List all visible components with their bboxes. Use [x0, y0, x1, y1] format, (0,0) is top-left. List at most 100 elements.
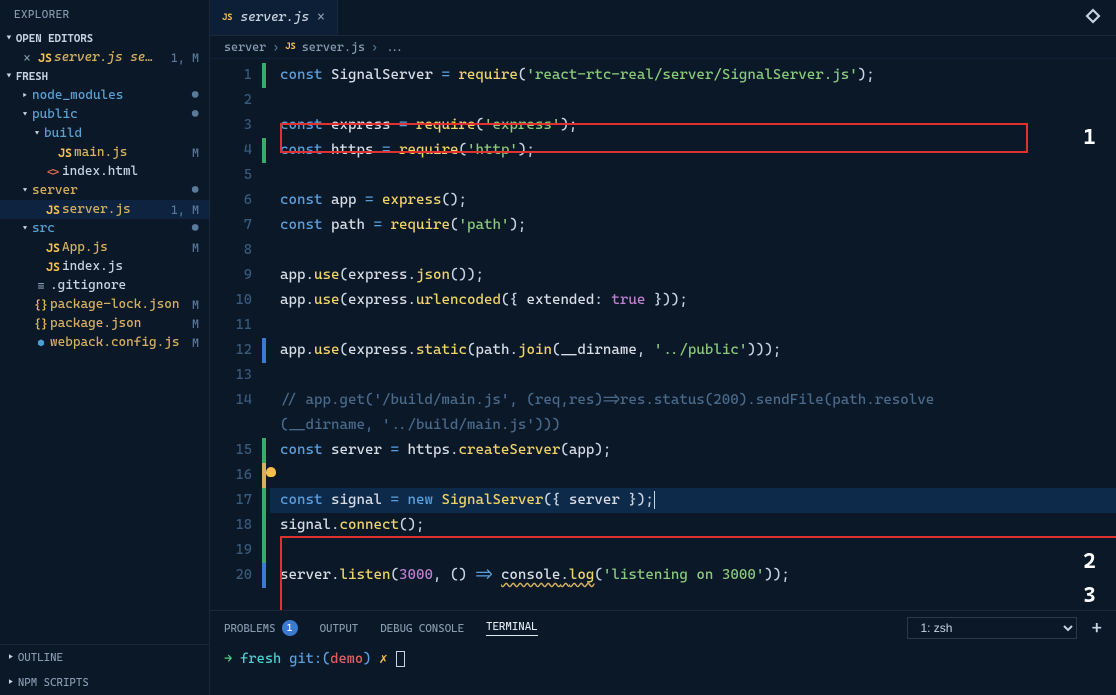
editor-actions[interactable] [1084, 7, 1116, 29]
chevron-right-icon: › [371, 40, 378, 54]
tab-terminal[interactable]: TERMINAL [486, 620, 538, 636]
close-icon[interactable]: × [317, 10, 325, 25]
code-line[interactable]: const path = require('path'); [270, 213, 1116, 238]
bottom-panel: PROBLEMS 1 OUTPUT DEBUG CONSOLE TERMINAL… [210, 610, 1116, 695]
breadcrumb-file[interactable]: server.js [302, 40, 365, 54]
code-content[interactable]: const SignalServer = require('react-rtc-… [270, 59, 1116, 610]
terminal-cursor [396, 651, 405, 667]
tab-output[interactable]: OUTPUT [320, 622, 359, 635]
chevron-down-icon: ▾ [18, 110, 32, 120]
code-line[interactable]: const app = express(); [270, 188, 1116, 213]
tab-filename: server.js [241, 10, 310, 25]
tab-problems[interactable]: PROBLEMS 1 [224, 620, 298, 636]
file-item[interactable]: JSindex.js [0, 257, 209, 276]
new-terminal-button[interactable]: + [1091, 618, 1102, 639]
code-line[interactable]: // app.get('/build/main.js', (req,res)=>… [270, 388, 1116, 413]
editor-area: JS server.js × server › JS server.js › .… [210, 0, 1116, 695]
git-status: M [192, 336, 209, 350]
tree-item-label: index.html [62, 164, 209, 179]
tree-item-label: main.js [74, 145, 192, 160]
outline-label: OUTLINE [18, 651, 63, 664]
code-line[interactable]: signal.connect(); [270, 513, 1116, 538]
folder-item[interactable]: ▾server● [0, 181, 209, 200]
code-line[interactable] [270, 238, 1116, 263]
prompt-git-close: ) [363, 651, 371, 667]
js-icon: JS [36, 51, 54, 65]
code-editor[interactable]: 1234567891011121314151617181920 const Si… [210, 59, 1116, 610]
breadcrumb-more[interactable]: ... [384, 40, 405, 54]
folder-item[interactable]: ▾public● [0, 105, 209, 124]
code-line[interactable]: const express = require('express'); [270, 113, 1116, 138]
chevron-right-icon: › [272, 40, 279, 54]
tab-bar: JS server.js × [210, 0, 1116, 36]
prompt-dirty-icon: ✗ [379, 651, 387, 667]
panel-tabs: PROBLEMS 1 OUTPUT DEBUG CONSOLE TERMINAL… [210, 611, 1116, 645]
folder-item[interactable]: ▾src● [0, 219, 209, 238]
prompt-arrow-icon: → [224, 651, 232, 667]
code-line[interactable]: const https = require('http'); [270, 138, 1116, 163]
file-item[interactable]: ≡.gitignore [0, 276, 209, 295]
git-status: M [192, 298, 209, 312]
tree-item-label: build [44, 126, 209, 141]
code-line[interactable]: server.listen(3000, () => console.log('l… [270, 563, 1116, 588]
tab-debug-console[interactable]: DEBUG CONSOLE [380, 622, 464, 635]
tab-server-js[interactable]: JS server.js × [210, 0, 338, 35]
chevron-right-icon: ▸ [18, 91, 32, 101]
file-item[interactable]: JSApp.jsM [0, 238, 209, 257]
modified-dot-icon: ● [191, 88, 209, 103]
npm-scripts-section[interactable]: ▸ NPM SCRIPTS [0, 670, 209, 695]
code-line[interactable]: app.use(express.static(path.join(__dirna… [270, 338, 1116, 363]
project-name: FRESH [16, 70, 48, 83]
code-line[interactable] [270, 538, 1116, 563]
explorer-sidebar: EXPLORER ▾ OPEN EDITORS × JS server.js s… [0, 0, 210, 695]
code-line[interactable] [270, 363, 1116, 388]
open-editors-section[interactable]: ▾ OPEN EDITORS [0, 29, 209, 48]
file-item[interactable]: {}package.jsonM [0, 314, 209, 333]
modified-dot-icon: ● [191, 221, 209, 236]
chevron-down-icon: ▾ [30, 129, 44, 139]
file-item[interactable]: {}package-lock.jsonM [0, 295, 209, 314]
lightbulb-icon[interactable] [266, 467, 276, 477]
breadcrumb[interactable]: server › JS server.js › ... [210, 36, 1116, 59]
modified-dot-icon: ● [191, 107, 209, 122]
code-line[interactable]: const server = https.createServer(app); [270, 438, 1116, 463]
file-item[interactable]: ⬢webpack.config.jsM [0, 333, 209, 352]
close-icon[interactable]: × [18, 51, 36, 65]
split-icon[interactable] [1084, 7, 1102, 25]
open-editors-label: OPEN EDITORS [16, 32, 93, 45]
file-item[interactable]: <>index.html [0, 162, 209, 181]
code-line[interactable]: const SignalServer = require('react-rtc-… [270, 63, 1116, 88]
panel-actions: 1: zsh + [907, 617, 1102, 639]
folder-item[interactable]: ▸node_modules● [0, 86, 209, 105]
line-gutter: 1234567891011121314151617181920 [210, 59, 270, 610]
code-line[interactable]: const signal = new SignalServer({ server… [270, 488, 1116, 513]
chevron-right-icon: ▸ [8, 652, 14, 663]
chevron-down-icon: ▾ [18, 224, 32, 234]
project-section[interactable]: ▾ FRESH [0, 67, 209, 86]
file-item[interactable]: JSserver.js1, M [0, 200, 209, 219]
terminal-select[interactable]: 1: zsh [907, 617, 1077, 639]
annotation-label-1: 1 [1083, 125, 1096, 150]
tree-item-label: server.js [62, 202, 171, 217]
explorer-title: EXPLORER [0, 0, 209, 29]
code-line[interactable]: app.use(express.json()); [270, 263, 1116, 288]
code-line[interactable]: app.use(express.urlencoded({ extended: t… [270, 288, 1116, 313]
code-line[interactable] [270, 163, 1116, 188]
tree-item-label: package-lock.json [50, 297, 192, 312]
annotation-label-2: 2 [1083, 549, 1096, 574]
terminal[interactable]: → fresh git:(demo) ✗ [210, 645, 1116, 695]
js-icon: JS [285, 42, 296, 52]
chevron-down-icon: ▾ [6, 33, 12, 44]
code-line[interactable]: (__dirname, '../build/main.js'))) [270, 413, 1116, 438]
file-item[interactable]: JSmain.jsM [0, 143, 209, 162]
breadcrumb-folder[interactable]: server [224, 40, 266, 54]
tree-item-label: package.json [50, 316, 192, 331]
folder-item[interactable]: ▾build [0, 124, 209, 143]
outline-section[interactable]: ▸ OUTLINE [0, 645, 209, 670]
chevron-down-icon: ▾ [6, 71, 12, 82]
code-line[interactable] [270, 463, 1116, 488]
code-line[interactable] [270, 88, 1116, 113]
tree-item-label: index.js [62, 259, 209, 274]
open-editor-item[interactable]: × JS server.js se… 1, M [0, 48, 209, 67]
code-line[interactable] [270, 313, 1116, 338]
